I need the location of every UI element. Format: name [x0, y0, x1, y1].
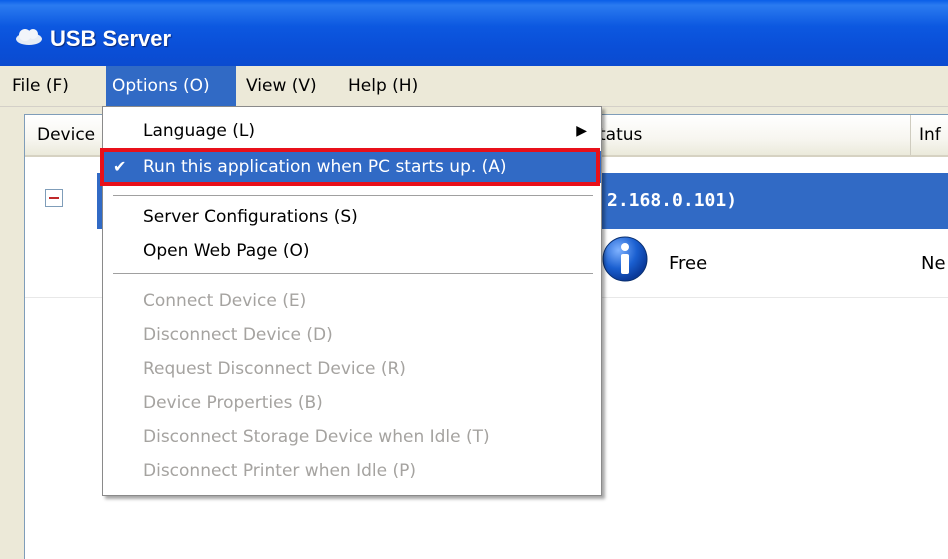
menu-item-request-disconnect-device: Request Disconnect Device (R) — [143, 359, 406, 379]
submenu-arrow-icon: ▶ — [576, 123, 587, 139]
menu-separator — [113, 273, 593, 275]
menu-item-open-web-page[interactable]: Open Web Page (O) — [103, 235, 601, 267]
menu-item-label: Run this application when PC starts up. … — [143, 157, 507, 177]
device-status: Free — [669, 253, 708, 274]
device-info: Ne — [921, 253, 946, 274]
menu-item-disconnect-storage-idle: Disconnect Storage Device when Idle (T) — [143, 427, 490, 447]
options-dropdown-menu: Language (L) ▶ ✔ Run this application wh… — [102, 106, 602, 496]
info-icon — [602, 236, 648, 282]
menu-item-disconnect-printer-idle: Disconnect Printer when Idle (P) — [143, 461, 417, 481]
collapse-icon[interactable] — [45, 189, 63, 207]
checkmark-icon: ✔ — [113, 157, 127, 176]
menu-item-connect-device: Connect Device (E) — [143, 291, 307, 311]
menu-item-server-configurations[interactable]: Server Configurations (S) — [103, 201, 601, 233]
title-bar: USB Server — [0, 0, 948, 66]
menu-help[interactable]: Help (H) — [342, 66, 424, 106]
menu-item-label: Language (L) — [143, 121, 256, 141]
menu-item-language[interactable]: Language (L) ▶ — [103, 115, 601, 147]
menu-bar: File (F) Options (O) View (V) Help (H) — [0, 66, 948, 107]
menu-view[interactable]: View (V) — [240, 66, 323, 106]
cloud-icon — [16, 29, 42, 45]
window-title: USB Server — [50, 26, 172, 51]
menu-options[interactable]: Options (O) — [106, 66, 236, 106]
menu-item-run-at-startup[interactable]: ✔ Run this application when PC starts up… — [103, 151, 601, 183]
menu-item-device-properties: Device Properties (B) — [143, 393, 323, 413]
column-header-status[interactable]: tatus — [591, 115, 911, 155]
column-header-info[interactable]: Inf — [911, 115, 948, 155]
menu-separator — [113, 195, 593, 197]
menu-file[interactable]: File (F) — [6, 66, 75, 106]
menu-item-disconnect-device: Disconnect Device (D) — [143, 325, 333, 345]
server-address: 2.168.0.101) — [607, 190, 738, 211]
